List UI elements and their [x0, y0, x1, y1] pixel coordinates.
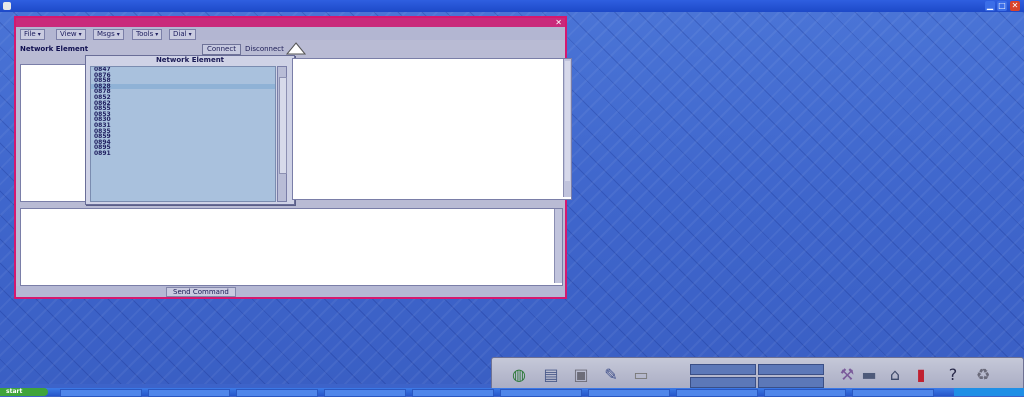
clipboard-icon[interactable]: ▣	[570, 364, 592, 386]
response-line	[21, 114, 87, 121]
ne-list[interactable]: 0847 0876 0858 0828 0878 0852 0862 0855 0853 0830…	[90, 66, 276, 202]
pen-icon[interactable]: ✎	[600, 364, 622, 386]
dock-field-4[interactable]	[758, 377, 824, 388]
ne-list-item[interactable]: 0891	[91, 151, 275, 157]
response-line	[21, 156, 87, 163]
menu-tools[interactable]: Tools ▾	[132, 29, 163, 40]
dock-field-3[interactable]	[758, 364, 824, 375]
command-window: ✕ File ▾ View ▾ Msgs ▾ Tools ▾ Dial ▾ Network…	[14, 16, 572, 299]
response-line	[21, 149, 87, 156]
network-element-popup: Network Element 0847 0876 0858 0828 0878 0852…	[85, 55, 295, 205]
chevron-down-icon: ▾	[116, 31, 120, 38]
ne-popup-title: Network Element	[155, 56, 225, 64]
scroll-thumb[interactable]	[279, 77, 287, 174]
menu-dial[interactable]: Dial ▾	[169, 29, 196, 40]
globe-icon[interactable]: ◍	[508, 364, 530, 386]
network-icon[interactable]: ⌂	[884, 364, 906, 386]
response-line	[21, 135, 87, 142]
response-line	[21, 86, 87, 93]
colorbars-icon[interactable]: ▮	[910, 364, 932, 386]
help-icon[interactable]: ?	[942, 364, 964, 386]
dock-field-2[interactable]	[690, 377, 756, 388]
response-line	[21, 128, 87, 135]
start-button[interactable]: start	[0, 388, 48, 396]
maximize-icon[interactable]: □	[997, 1, 1007, 11]
input-area[interactable]	[20, 208, 563, 286]
dock-field-1[interactable]	[690, 364, 756, 375]
minimize-icon[interactable]: ▁	[985, 1, 995, 11]
response-line	[21, 142, 87, 149]
network-element-label: Network Element	[20, 45, 89, 53]
menu-view[interactable]: View ▾	[56, 29, 86, 40]
system-tray	[954, 388, 1024, 396]
calendar-icon[interactable]: ▤	[540, 364, 562, 386]
response-area[interactable]	[20, 64, 88, 202]
menubar: File ▾ View ▾ Msgs ▾ Tools ▾ Dial ▾	[16, 27, 565, 40]
response-line	[21, 177, 87, 184]
scroll-thumb[interactable]	[565, 61, 570, 181]
response-line	[21, 170, 87, 177]
close-icon[interactable]: ✕	[1010, 1, 1020, 11]
app-window-icon	[3, 2, 11, 10]
connection-status-icon	[286, 42, 306, 55]
chevron-down-icon: ▾	[155, 31, 159, 38]
send-command-button[interactable]: Send Command	[166, 287, 236, 297]
ne-list-scrollbar[interactable]	[277, 66, 287, 202]
response-line	[21, 163, 87, 170]
connect-button[interactable]: Connect	[202, 44, 241, 55]
menu-msgs[interactable]: Msgs ▾	[93, 29, 124, 40]
folder-icon[interactable]: ▭	[630, 364, 652, 386]
input-lines	[21, 209, 562, 285]
output-scrollbar[interactable]	[563, 59, 571, 197]
chevron-down-icon: ▾	[188, 31, 192, 38]
response-lines	[21, 65, 87, 191]
drive-icon[interactable]: ▬	[858, 364, 880, 386]
response-line	[21, 100, 87, 107]
response-line	[21, 107, 87, 114]
chevron-down-icon: ▾	[78, 31, 82, 38]
output-panel[interactable]	[292, 58, 572, 200]
input-scrollbar[interactable]	[554, 209, 562, 283]
response-line	[21, 65, 87, 72]
app-close-icon[interactable]: ✕	[555, 18, 562, 27]
outer-window-titlebar[interactable]: ▁ □ ✕	[0, 0, 1024, 12]
command-bar: Send Command	[16, 286, 565, 297]
menu-file[interactable]: File ▾	[20, 29, 45, 40]
trash-icon[interactable]: ♻	[972, 364, 994, 386]
network-element-row: Network Element Connect Disconnect	[18, 42, 563, 56]
clear-button[interactable]	[291, 287, 305, 297]
save-button[interactable]	[321, 287, 335, 297]
tools-icon[interactable]: ⚒	[836, 364, 858, 386]
response-line	[21, 184, 87, 191]
response-line	[21, 72, 87, 79]
app-titlebar[interactable]: ✕	[16, 18, 565, 27]
taskbar: start	[0, 388, 1024, 397]
disconnect-button[interactable]: Disconnect	[240, 44, 289, 55]
response-line	[21, 93, 87, 100]
chevron-down-icon: ▾	[37, 31, 41, 38]
multi-network-button[interactable]	[361, 287, 375, 297]
response-line	[21, 121, 87, 128]
response-line	[21, 79, 87, 86]
